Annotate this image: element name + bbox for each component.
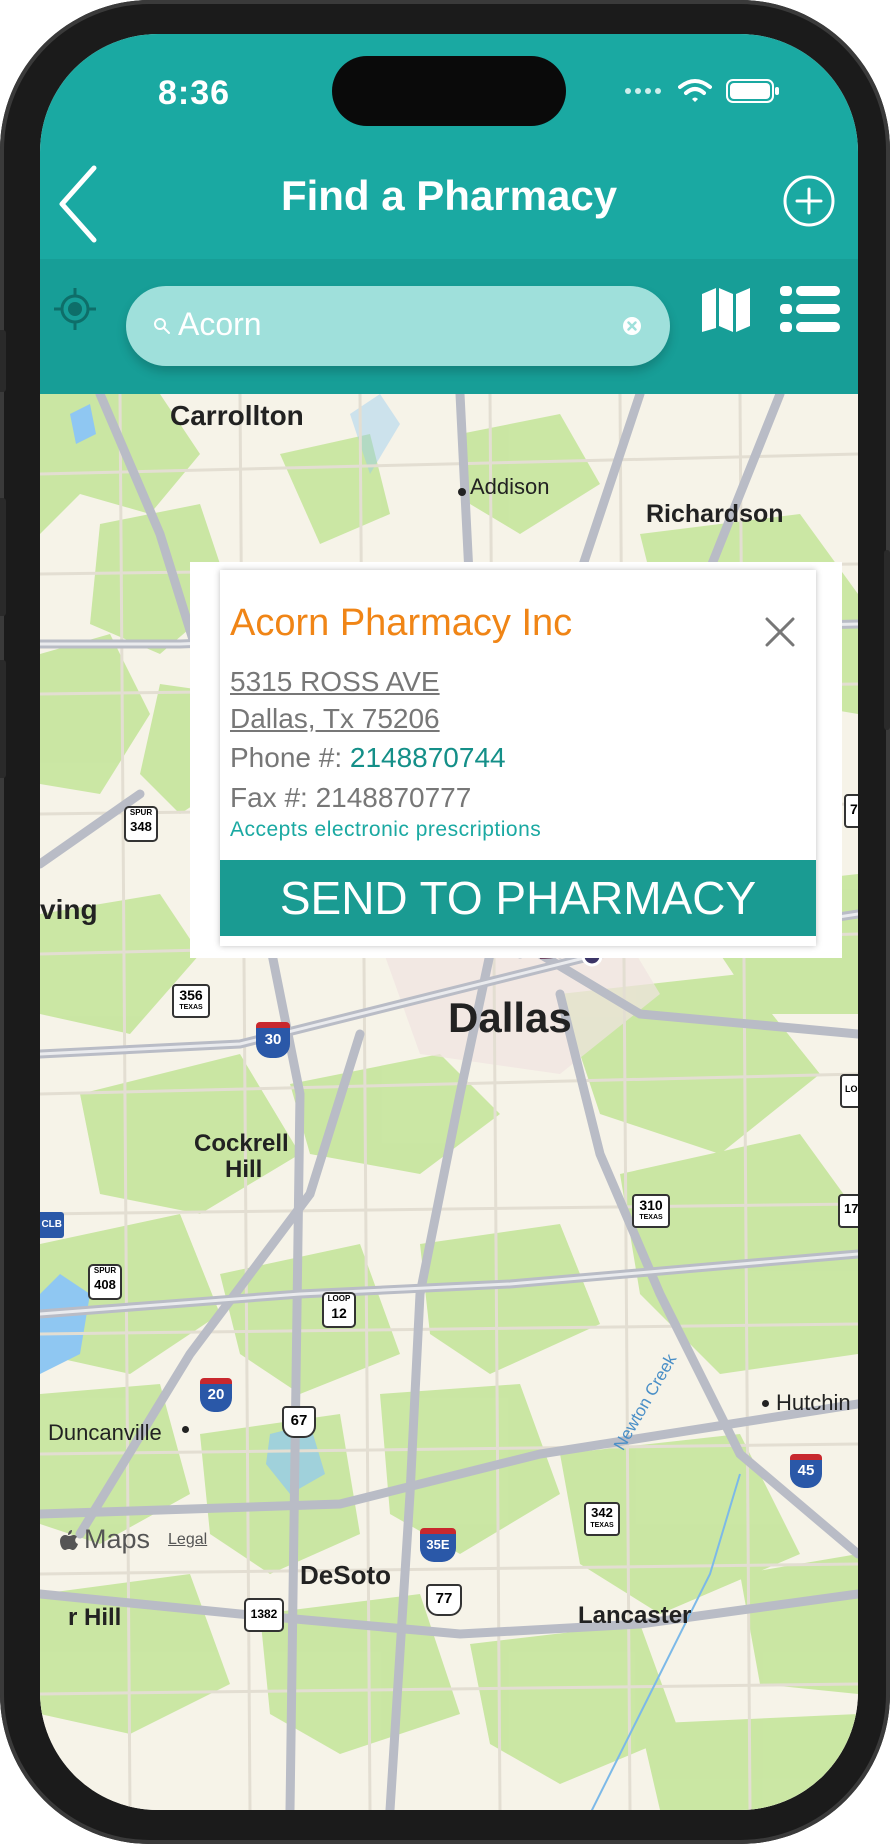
clear-icon[interactable]	[622, 316, 642, 336]
shield-us-67-num: 67	[290, 1412, 308, 1429]
map-label-cedar-hill: r Hill	[68, 1604, 122, 1631]
power-button	[884, 550, 890, 730]
shield-i-45-num: 45	[797, 1462, 815, 1479]
wifi-icon	[678, 79, 712, 102]
maps-attribution: Maps Legal	[60, 1524, 207, 1555]
maps-brand: Maps	[84, 1524, 151, 1554]
page-title: Find a Pharmacy	[280, 172, 618, 219]
shield-cut-7: 7	[844, 794, 858, 828]
map-label-hutchins: Hutchin	[776, 1390, 851, 1415]
shield-loop-12: LOOP 12	[322, 1292, 356, 1328]
shield-us-77-bottom-num: 77	[435, 1590, 453, 1607]
shield-tx-356-sub: TEXAS	[179, 1004, 203, 1011]
fax-value: 2148870777	[315, 782, 472, 813]
apple-logo-icon	[60, 1529, 78, 1550]
shield-tx-310-sub: TEXAS	[639, 1214, 663, 1221]
shield-loop-12-top: LOOP	[327, 1294, 351, 1303]
map-icon[interactable]	[700, 284, 752, 334]
shield-tx-342-num: 342	[591, 1505, 613, 1520]
shield-tx-356: 356 TEXAS	[172, 984, 210, 1018]
shield-loop-12-num: 12	[331, 1305, 347, 1321]
fax-label: Fax #:	[230, 782, 316, 813]
shield-spur-348: SPUR 348	[124, 806, 158, 842]
shield-us-67: 67	[282, 1406, 316, 1438]
add-circle-icon[interactable]	[782, 174, 836, 228]
map-label-addison: Addison	[470, 474, 550, 499]
shield-tx-342-sub: TEXAS	[590, 1522, 614, 1529]
shield-tx-310-num: 310	[639, 1197, 663, 1213]
status-time: 8:36	[158, 74, 231, 112]
map-dot-hutchins	[762, 1400, 769, 1407]
list-icon[interactable]	[780, 284, 840, 334]
pharmacy-name: Acorn Pharmacy Inc	[230, 602, 573, 644]
pharmacy-fax-row: Fax #: 2148870777	[230, 782, 471, 814]
locate-icon[interactable]	[52, 286, 98, 332]
shield-us-77-bottom: 77	[426, 1584, 462, 1616]
volume-down-button	[0, 660, 6, 778]
pharmacy-address-line2[interactable]: Dallas, Tx 75206	[230, 703, 440, 735]
shield-tx-310: 310 TEXAS	[632, 1194, 670, 1228]
screen: Carrollton Addison Richardson ving Dalla…	[40, 34, 858, 1810]
phone-label: Phone #:	[230, 742, 350, 773]
volume-up-button	[0, 498, 6, 616]
phone-link[interactable]: 2148870744	[350, 742, 506, 773]
shield-cut-loop: LO	[840, 1074, 858, 1108]
navigation-header: 8:36 Find a Pharmacy	[40, 34, 858, 259]
shield-i-35e: 35E	[420, 1528, 456, 1562]
silent-switch	[0, 330, 6, 392]
map-label-cockrell-hill-2: Hill	[225, 1156, 263, 1183]
status-icons	[622, 78, 780, 104]
map-dot-duncanville	[182, 1426, 189, 1433]
shield-spur-408-num: 408	[94, 1277, 116, 1292]
map-label-richardson: Richardson	[646, 500, 784, 528]
shield-cut-17-num: 17	[844, 1201, 858, 1216]
map-label-cockrell-hill-1: Cockrell	[194, 1130, 289, 1157]
pharmacy-phone-row: Phone #: 2148870744	[230, 742, 506, 774]
shield-i-20: 20	[200, 1378, 232, 1412]
map-label-carrollton: Carrollton	[170, 400, 304, 431]
battery-icon	[726, 79, 779, 103]
pharmacy-address-line1[interactable]: 5315 ROSS AVE	[230, 666, 440, 698]
map-label-duncanville: Duncanville	[48, 1420, 162, 1445]
shield-cut-7-num: 7	[850, 801, 858, 817]
shield-tx-342: 342 TEXAS	[584, 1502, 620, 1536]
eprescribe-note: Accepts electronic prescriptions	[230, 818, 542, 841]
maps-legal-link[interactable]: Legal	[168, 1531, 207, 1549]
shield-spur-348-num: 348	[130, 819, 152, 834]
search-input-value: Acorn	[178, 306, 262, 342]
search-input[interactable]: Acorn	[126, 286, 670, 366]
dynamic-island	[332, 56, 566, 126]
shield-i-35e-num: 35E	[426, 1537, 450, 1552]
shield-cut-clb: CLB	[40, 1212, 64, 1238]
shield-spur-408-top: SPUR	[93, 1266, 117, 1275]
shield-tx-356-num: 356	[179, 987, 203, 1003]
send-to-pharmacy-button[interactable]: SEND TO PHARMACY	[220, 860, 816, 936]
shield-cut-17: 17	[838, 1194, 858, 1228]
shield-tx-1382: 1382	[244, 1598, 284, 1632]
cellular-signal-icon	[625, 88, 661, 94]
search-icon	[154, 318, 170, 334]
close-icon[interactable]	[764, 616, 796, 648]
shield-i-45: 45	[790, 1454, 822, 1488]
shield-i-30: 30	[256, 1022, 290, 1058]
map-label-dallas: Dallas	[448, 994, 572, 1041]
map-label-desoto: DeSoto	[300, 1560, 391, 1590]
map-label-irving: ving	[40, 894, 98, 925]
map-dot-addison	[458, 488, 466, 496]
shield-cut-loop-num: LO	[845, 1084, 858, 1094]
map-label-lancaster: Lancaster	[578, 1602, 692, 1629]
shield-spur-408: SPUR 408	[88, 1264, 122, 1300]
shield-cut-clb-text: CLB	[41, 1219, 62, 1230]
shield-i-20-num: 20	[207, 1386, 225, 1403]
shield-tx-1382-num: 1382	[250, 1607, 278, 1621]
pharmacy-callout: Acorn Pharmacy Inc 5315 ROSS AVE Dallas,…	[220, 570, 816, 946]
shield-i-30-num: 30	[264, 1031, 282, 1048]
shield-spur-348-top: SPUR	[129, 808, 153, 817]
